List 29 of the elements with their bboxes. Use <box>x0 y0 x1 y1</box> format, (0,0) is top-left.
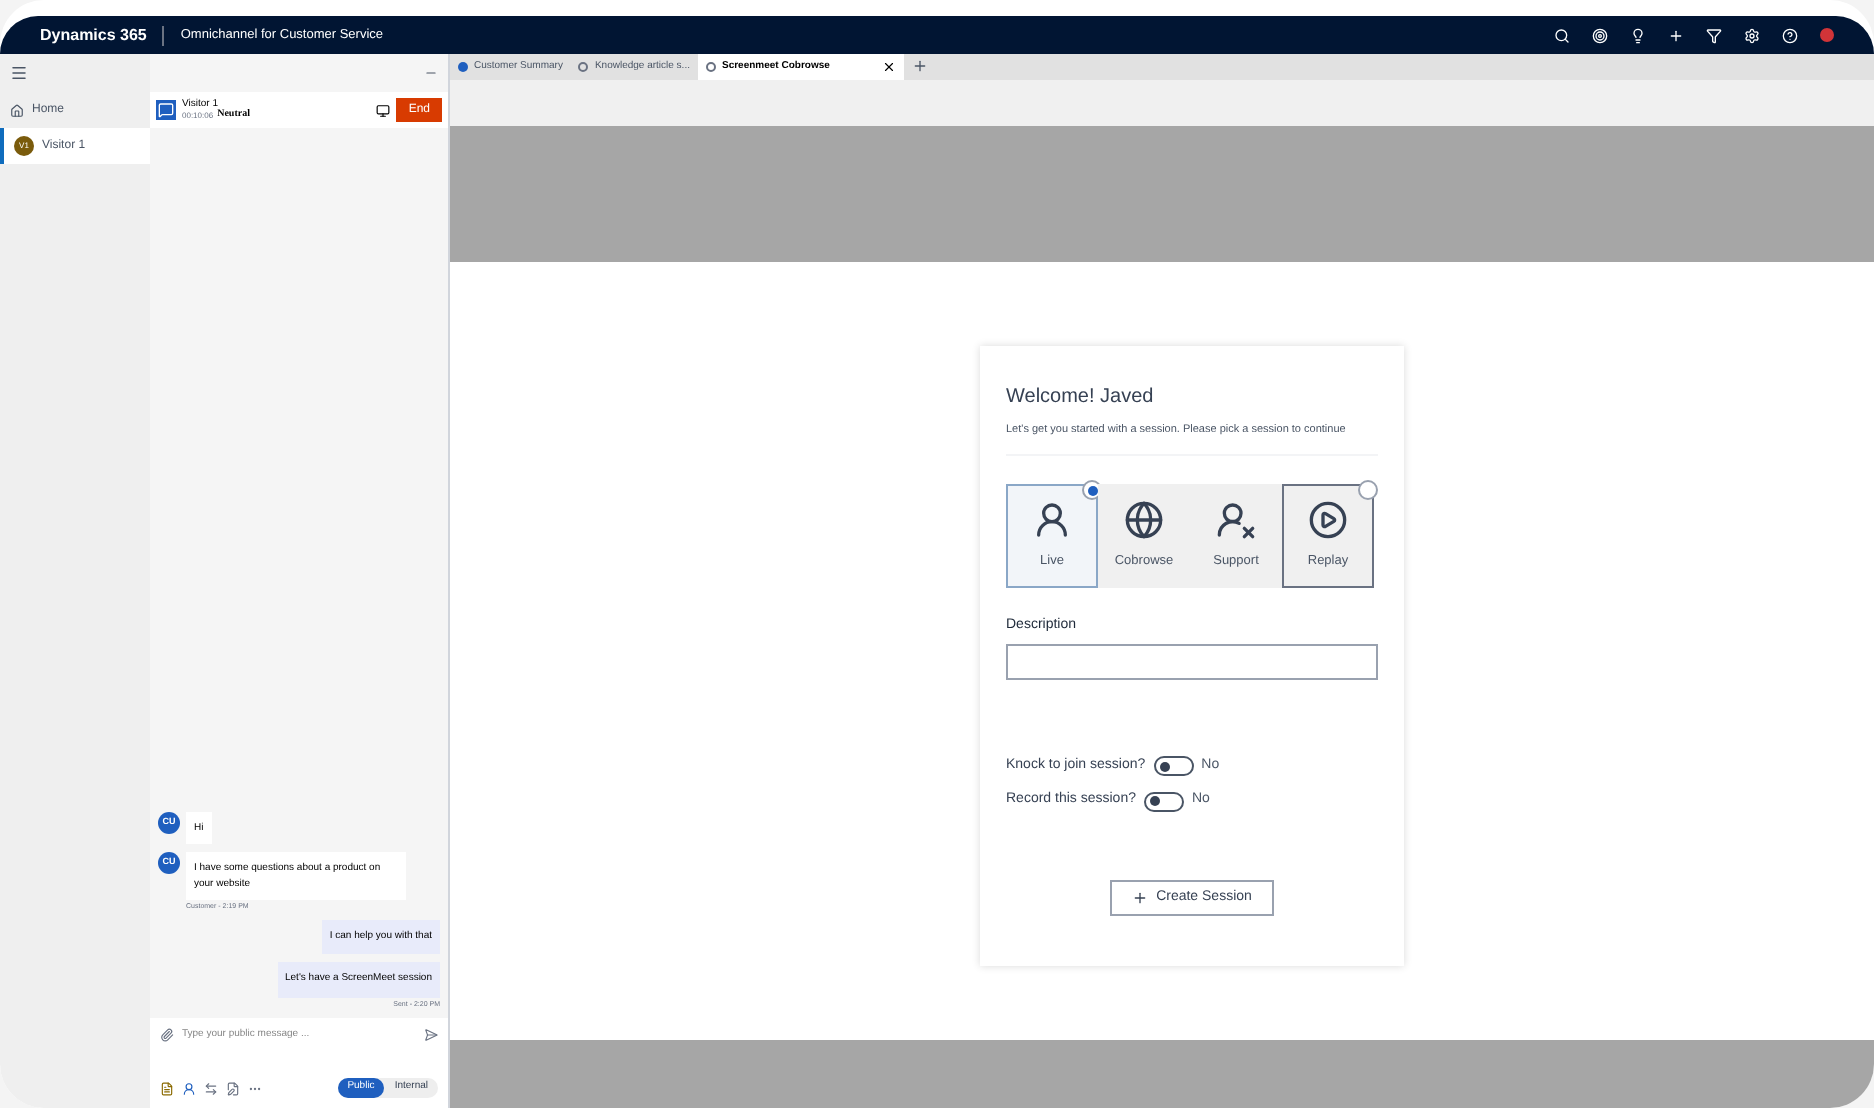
plus-icon <box>1132 889 1149 906</box>
menu-icon[interactable] <box>10 64 28 82</box>
note-icon[interactable] <box>160 1081 174 1095</box>
help-icon[interactable] <box>1782 27 1798 43</box>
person-icon[interactable] <box>182 1081 196 1095</box>
lightbulb-icon[interactable] <box>1630 27 1646 43</box>
filter-icon[interactable] <box>1706 27 1722 43</box>
new-tab-icon[interactable] <box>911 58 928 74</box>
close-icon[interactable] <box>881 60 896 74</box>
paperclip-icon[interactable] <box>160 1028 174 1043</box>
chat-icon <box>156 100 176 120</box>
settings-icon[interactable] <box>1744 27 1760 43</box>
globe-icon <box>1124 500 1164 541</box>
toggle-switch[interactable] <box>1153 756 1194 776</box>
edit-document-icon[interactable] <box>226 1081 240 1095</box>
transfer-icon[interactable] <box>204 1081 218 1095</box>
home-icon <box>10 103 24 117</box>
brand-name: Dynamics 365 <box>40 23 147 47</box>
toggle-switch[interactable] <box>1143 791 1184 811</box>
send-icon[interactable] <box>424 1028 438 1043</box>
person-screen-icon <box>1032 500 1072 541</box>
monitor-icon[interactable] <box>376 103 391 117</box>
add-icon[interactable] <box>1668 27 1684 43</box>
target-icon[interactable] <box>1592 27 1608 43</box>
description-field[interactable] <box>1006 643 1378 680</box>
card-title: Welcome! Javed <box>1006 384 1156 412</box>
search-icon[interactable] <box>1554 27 1570 43</box>
radio-icon <box>1358 480 1378 501</box>
replay-icon <box>1308 500 1348 541</box>
